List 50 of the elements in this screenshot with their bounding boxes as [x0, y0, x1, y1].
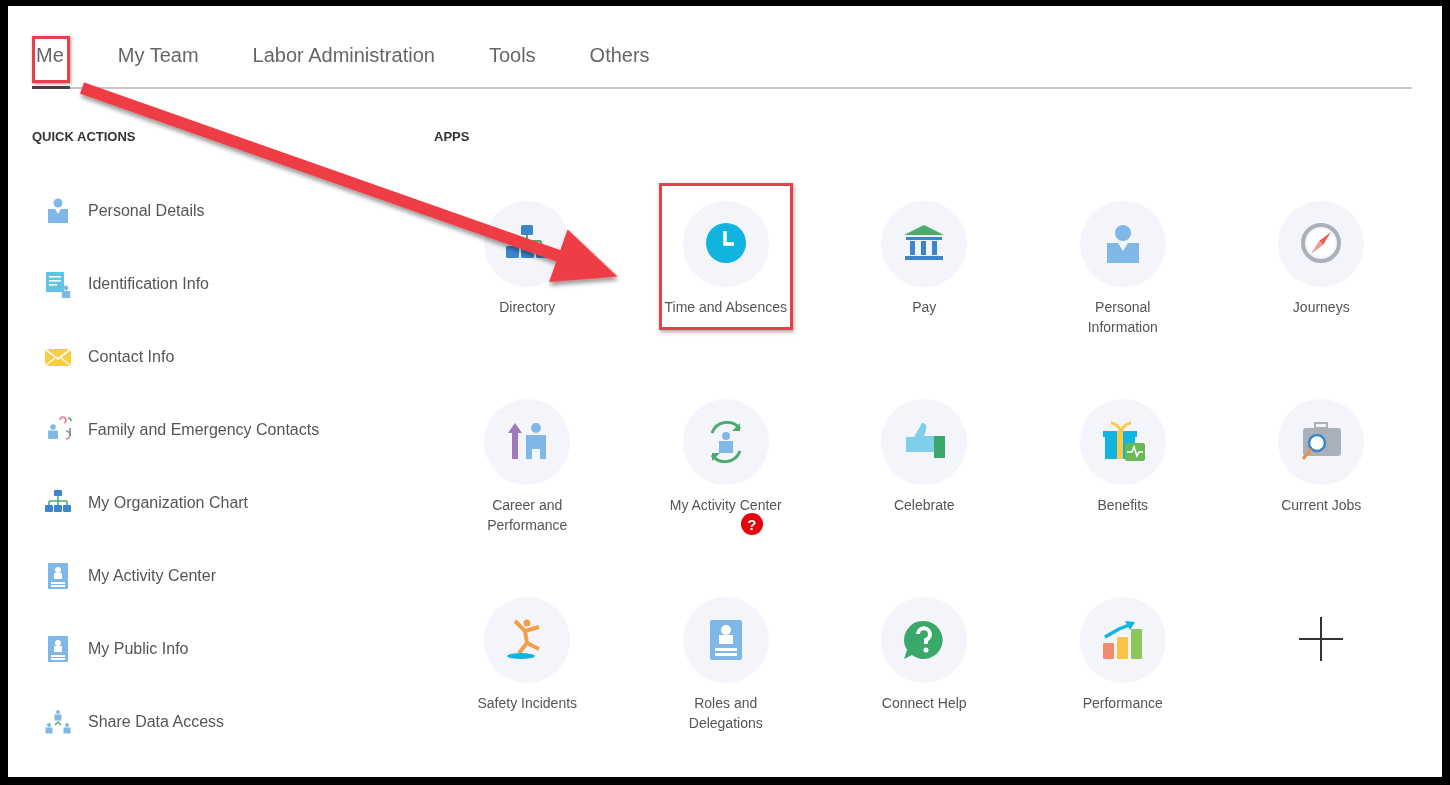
section-heading: QUICK ACTIONS — [32, 129, 137, 145]
app-label: Pay — [911, 298, 938, 317]
notification-badge: ? — [740, 513, 763, 535]
app-label: My Activity Center — [668, 496, 783, 515]
app-label: Benefits — [1096, 496, 1150, 515]
quick-action-link[interactable]: My Public Info — [88, 639, 189, 658]
app-tile[interactable]: Personal Information — [1055, 183, 1190, 350]
compass-icon — [1299, 223, 1344, 265]
app-tile[interactable]: Time and Absences — [658, 183, 793, 330]
section-heading: APPS — [434, 129, 471, 145]
app-label: Current Jobs — [1280, 496, 1363, 515]
app-tile[interactable]: Benefits — [1055, 381, 1190, 528]
app-label: Career and Performance — [486, 496, 569, 535]
app-label: Safety Incidents — [476, 694, 579, 713]
quick-action-link[interactable]: My Organization Chart — [88, 493, 249, 512]
app-tile[interactable]: Performance — [1055, 579, 1190, 726]
app-label: Connect Help — [880, 694, 968, 713]
app-tile[interactable]: Pay — [857, 183, 992, 330]
gift-icon — [1100, 421, 1145, 463]
plus-icon[interactable] — [1299, 617, 1344, 661]
app-tile[interactable]: Career and Performance — [460, 381, 595, 548]
app-label: Time and Absences — [663, 298, 788, 317]
app-label: Personal Information — [1086, 298, 1159, 337]
quick-action-link[interactable]: Share Data Access — [88, 712, 225, 731]
id-card-icon — [44, 269, 72, 298]
app-label: Performance — [1081, 694, 1164, 713]
app-label: Directory — [498, 298, 557, 317]
people-icon — [44, 707, 72, 736]
app-tile[interactable]: Journeys — [1254, 183, 1389, 330]
tab[interactable]: Others — [585, 36, 656, 89]
tab[interactable]: Me — [32, 36, 70, 89]
app-tile[interactable]: Current Jobs — [1254, 381, 1389, 528]
tab[interactable]: Tools — [484, 36, 542, 89]
app-label: Journeys — [1291, 298, 1351, 317]
app-tile[interactable]: Roles and Delegations — [658, 579, 793, 746]
app-tile[interactable]: My Activity Center ? — [658, 381, 793, 548]
quick-action-link[interactable]: Identification Info — [88, 274, 209, 293]
quick-action-link[interactable]: Contact Info — [88, 347, 175, 366]
quick-action-link[interactable]: Personal Details — [88, 201, 205, 220]
quick-action-link[interactable]: Family and Emergency Contacts — [88, 420, 320, 439]
clock-icon — [703, 223, 748, 265]
tab[interactable]: My Team — [113, 36, 205, 89]
growth-chart-icon — [1100, 619, 1145, 661]
app-label: Roles and Delegations — [687, 694, 764, 733]
app-tile[interactable]: Connect Help — [857, 579, 992, 726]
quick-action-link[interactable]: My Activity Center — [88, 566, 217, 585]
app-label: Celebrate — [892, 496, 956, 515]
app-tile[interactable]: Celebrate — [857, 381, 992, 528]
app-tile[interactable]: Safety Incidents — [460, 579, 595, 726]
tab[interactable]: Labor Administration — [248, 36, 441, 89]
